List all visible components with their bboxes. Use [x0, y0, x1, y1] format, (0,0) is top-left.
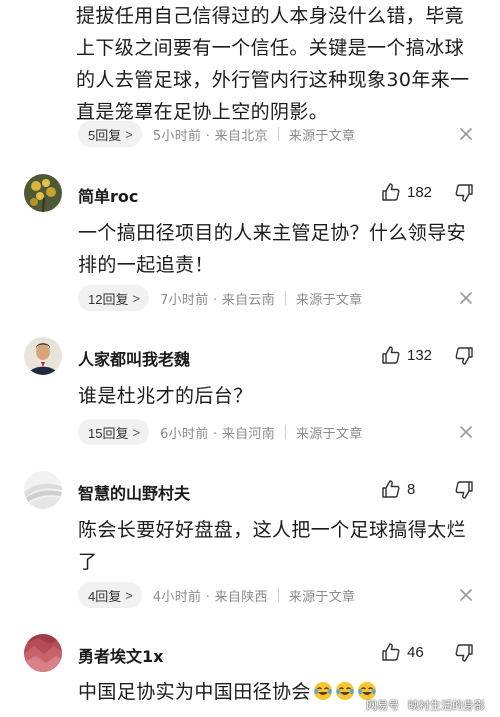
comment-line: 的人去管足球，外行管内行这种现象30年来一	[76, 69, 470, 91]
chevron-right-icon: >	[125, 587, 133, 603]
like-button[interactable]: 132	[381, 344, 432, 366]
divider	[403, 701, 404, 711]
comment-body: 谁是杜兆才的后台？	[78, 380, 478, 412]
reply-count-button[interactable]: 12回复 >	[78, 285, 150, 311]
comment-line: 谁是杜兆才的后台？	[78, 385, 253, 407]
comment-meta-top: 5回复 > 5小时前 · 来自北京 来源于文章	[78, 121, 355, 147]
comment-line: 排的一起追责！	[78, 254, 214, 276]
comment-source-link[interactable]: 来源于文章	[296, 423, 363, 442]
like-count: 132	[407, 346, 433, 364]
reply-count-button[interactable]: 4回复 >	[78, 582, 142, 608]
reply-count-button[interactable]: 5回复 >	[78, 121, 142, 147]
comment-time-location: 5小时前 · 来自北京	[152, 128, 268, 144]
comment-line: 提拔任用自己信得过的人本身没什么错，毕竟	[76, 5, 465, 27]
thumbs-down-icon[interactable]	[454, 183, 474, 203]
divider	[285, 291, 287, 305]
thumbs-up-icon	[382, 480, 400, 498]
close-icon[interactable]	[458, 587, 474, 603]
comment-body: 陈会长要好好盘盘，这人把一个足球搞得太烂 了	[78, 514, 478, 578]
comment-source-link[interactable]: 来源于文章	[289, 125, 356, 144]
thumbs-up-icon	[382, 183, 400, 201]
like-button[interactable]: 8	[381, 478, 415, 500]
crying-laughing-emoji	[335, 681, 355, 701]
thumbs-up-icon	[382, 346, 400, 364]
username[interactable]: 智慧的山野村夫	[78, 480, 190, 504]
divider	[277, 127, 279, 141]
watermark: 网易号 映衬生活的身影	[366, 697, 485, 713]
comment-line: 了	[78, 551, 98, 573]
reply-count-button[interactable]: 15回复 >	[78, 419, 150, 445]
like-button[interactable]: 46	[381, 641, 424, 663]
crying-laughing-emoji	[313, 681, 333, 701]
avatar[interactable]	[24, 174, 62, 212]
close-icon[interactable]	[458, 424, 474, 440]
username[interactable]: 人家都叫我老魏	[78, 346, 190, 370]
comment-time-location: 7小时前 · 来自云南	[160, 292, 276, 308]
divider	[277, 588, 279, 602]
avatar[interactable]	[24, 471, 62, 509]
comment-meta: 15回复 > 6小时前 · 来自河南 来源于文章	[78, 419, 363, 445]
thumbs-down-icon[interactable]	[454, 346, 474, 366]
like-count: 8	[407, 480, 416, 498]
thumbs-down-icon[interactable]	[454, 643, 474, 663]
chevron-right-icon: >	[132, 290, 141, 306]
comment-line: 陈会长要好好盘盘，这人把一个足球搞得太烂	[78, 519, 467, 541]
close-icon[interactable]	[458, 290, 474, 306]
like-count: 182	[407, 183, 433, 201]
chevron-right-icon: >	[132, 424, 141, 440]
comment-time-location: 4小时前 · 来自陕西	[152, 589, 268, 605]
username[interactable]: 勇者埃文1x	[78, 643, 163, 667]
comment-meta: 12回复 > 7小时前 · 来自云南 来源于文章	[78, 285, 363, 311]
comment-line: 一个搞田径项目的人来主管足协？什么领导安	[78, 222, 467, 244]
thumbs-up-icon	[382, 643, 400, 661]
close-icon[interactable]	[458, 126, 474, 142]
avatar[interactable]	[24, 337, 62, 375]
comment-time-location: 6小时前 · 来自河南	[160, 426, 276, 442]
comment-source-link[interactable]: 来源于文章	[296, 289, 363, 308]
comment-source-link[interactable]: 来源于文章	[289, 586, 356, 605]
like-count: 46	[407, 643, 424, 661]
comment-meta: 4回复 > 4小时前 · 来自陕西 来源于文章	[78, 582, 355, 608]
watermark-platform: 网易号	[366, 699, 399, 712]
like-button[interactable]: 182	[381, 181, 432, 203]
comment-body: 一个搞田径项目的人来主管足协？什么领导安 排的一起追责！	[78, 217, 478, 281]
divider	[285, 425, 287, 439]
comment-line: 上下级之间要有一个信任。关键是一个搞冰球	[76, 37, 465, 59]
comment-feed: 提拔任用自己信得过的人本身没什么错，毕竟 上下级之间要有一个信任。关键是一个搞冰…	[0, 0, 500, 717]
thumbs-down-icon[interactable]	[454, 480, 474, 500]
comment-body-top: 提拔任用自己信得过的人本身没什么错，毕竟 上下级之间要有一个信任。关键是一个搞冰…	[76, 0, 488, 128]
username[interactable]: 简单roc	[78, 183, 138, 207]
avatar[interactable]	[24, 634, 62, 672]
comment-line: 中国足协实为中国田径协会	[78, 681, 311, 703]
chevron-right-icon: >	[125, 126, 133, 142]
watermark-author: 映衬生活的身影	[408, 699, 485, 712]
